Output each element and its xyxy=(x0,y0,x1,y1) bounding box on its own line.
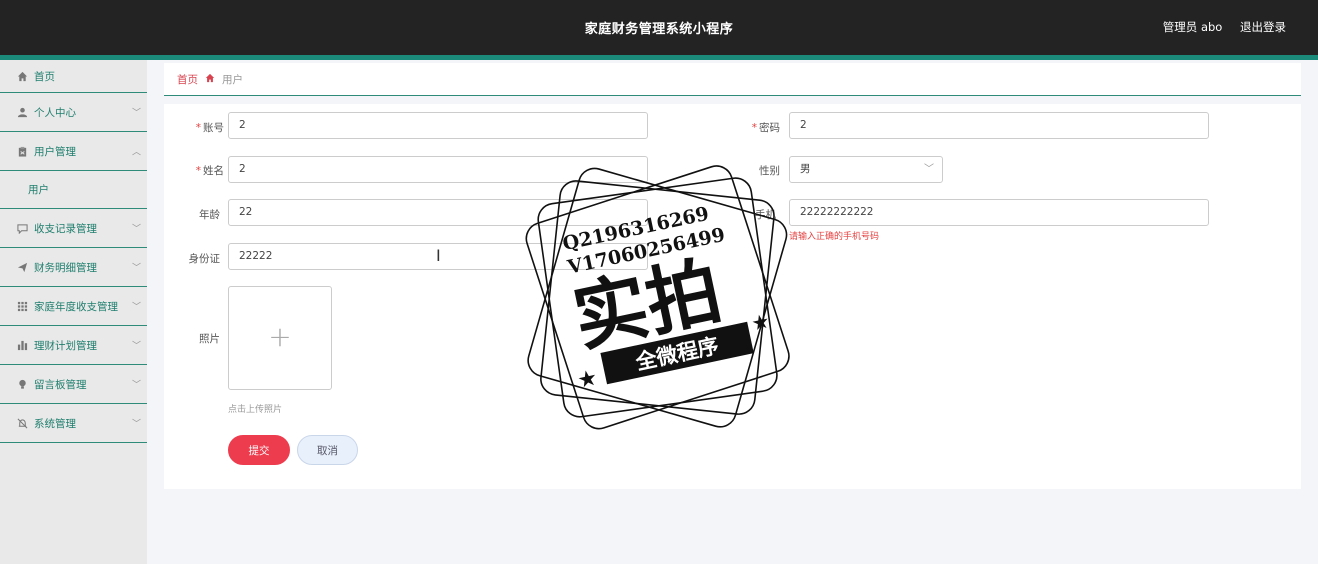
sidebar-item-user-management[interactable]: 用户管理 ︿ xyxy=(0,132,147,171)
breadcrumb-current: 用户 xyxy=(222,73,243,86)
sidebar-item-financial-plan[interactable]: 理财计划管理 ﹀ xyxy=(0,326,147,365)
age-label: 年龄 xyxy=(199,209,220,221)
gender-select[interactable]: 男 ﹀ xyxy=(789,156,943,183)
sidebar-item-label: 首页 xyxy=(34,70,55,83)
logout-button[interactable]: 退出登录 xyxy=(1240,20,1286,34)
current-user-label: 管理员 abo xyxy=(1162,20,1223,34)
bar-chart-icon xyxy=(17,340,28,351)
watermark-stamp: Q2196316269 V17060256499 实拍 全微程序 ★ ★ xyxy=(525,165,790,430)
grid-icon xyxy=(17,301,28,312)
photo-upload[interactable]: + xyxy=(228,286,332,390)
sidebar-item-home[interactable]: 首页 xyxy=(0,60,147,93)
chat-icon xyxy=(17,223,28,234)
sidebar-item-personal-center[interactable]: 个人中心 ﹀ xyxy=(0,93,147,132)
chevron-down-icon: ﹀ xyxy=(131,224,141,235)
clipboard-icon xyxy=(17,146,28,157)
user-area: 管理员 abo 退出登录 xyxy=(1149,19,1286,35)
bulb-icon xyxy=(17,379,28,390)
upload-tip: 点击上传照片 xyxy=(228,405,283,415)
breadcrumb-home-link[interactable]: 首页 xyxy=(177,72,198,87)
account-label: * 账号 xyxy=(195,122,224,134)
home-icon xyxy=(17,71,28,82)
bell-off-icon xyxy=(17,418,28,429)
home-icon xyxy=(205,73,215,86)
sidebar-item-label: 系统管理 xyxy=(34,417,76,430)
chevron-down-icon: ﹀ xyxy=(131,302,141,313)
sidebar-item-label: 用户管理 xyxy=(34,145,76,158)
phone-error-message: 请输入正确的手机号码 xyxy=(789,232,880,242)
sidebar-item-label: 留言板管理 xyxy=(34,378,87,391)
send-icon xyxy=(17,262,28,273)
account-field[interactable]: 2 xyxy=(228,112,648,139)
person-icon xyxy=(17,107,28,118)
password-field[interactable]: 2 xyxy=(789,112,1209,139)
gender-value: 男 xyxy=(800,163,811,175)
sidebar-subitem-user[interactable]: 用户 xyxy=(0,171,147,209)
plus-icon: + xyxy=(268,320,292,353)
sidebar-item-label: 收支记录管理 xyxy=(34,222,97,235)
sidebar: 首页 个人中心 ﹀ 用户管理 ︿ 用户 收支记录管理 ﹀ 财务明细管理 ﹀ 家庭… xyxy=(0,60,147,564)
chevron-up-icon: ︿ xyxy=(131,147,141,158)
submit-button[interactable]: 提交 xyxy=(228,435,290,465)
app-title: 家庭财务管理系统小程序 xyxy=(584,22,734,37)
sidebar-item-label: 用户 xyxy=(28,184,49,196)
chevron-down-icon: ﹀ xyxy=(131,108,141,119)
sidebar-item-label: 理财计划管理 xyxy=(34,339,97,352)
top-bar-accent xyxy=(0,55,1318,60)
chevron-down-icon: ﹀ xyxy=(131,419,141,430)
top-bar: 家庭财务管理系统小程序 管理员 abo 退出登录 xyxy=(0,0,1318,55)
sidebar-item-system[interactable]: 系统管理 ﹀ xyxy=(0,404,147,443)
phone-field[interactable]: 22222222222 xyxy=(789,199,1209,226)
sidebar-item-label: 个人中心 xyxy=(34,106,76,119)
star-icon: ★ xyxy=(575,365,600,394)
chevron-down-icon: ﹀ xyxy=(131,263,141,274)
name-label: * 姓名 xyxy=(195,165,224,177)
chevron-down-icon: ﹀ xyxy=(131,341,141,352)
chevron-down-icon: ﹀ xyxy=(131,380,141,391)
sidebar-item-label: 家庭年度收支管理 xyxy=(34,300,118,313)
breadcrumb: 首页 用户 xyxy=(164,63,1301,96)
text-cursor-icon: I xyxy=(436,246,441,265)
id-card-label: 身份证 xyxy=(188,253,221,265)
sidebar-item-income-expense-records[interactable]: 收支记录管理 ﹀ xyxy=(0,209,147,248)
photo-label: 照片 xyxy=(199,333,220,345)
password-label: * 密码 xyxy=(751,122,780,134)
cancel-button[interactable]: 取消 xyxy=(297,435,358,465)
sidebar-item-annual-finance[interactable]: 家庭年度收支管理 ﹀ xyxy=(0,287,147,326)
sidebar-item-message-board[interactable]: 留言板管理 ﹀ xyxy=(0,365,147,404)
sidebar-item-label: 财务明细管理 xyxy=(34,261,97,274)
chevron-down-icon: ﹀ xyxy=(924,164,934,175)
sidebar-item-finance-details[interactable]: 财务明细管理 ﹀ xyxy=(0,248,147,287)
